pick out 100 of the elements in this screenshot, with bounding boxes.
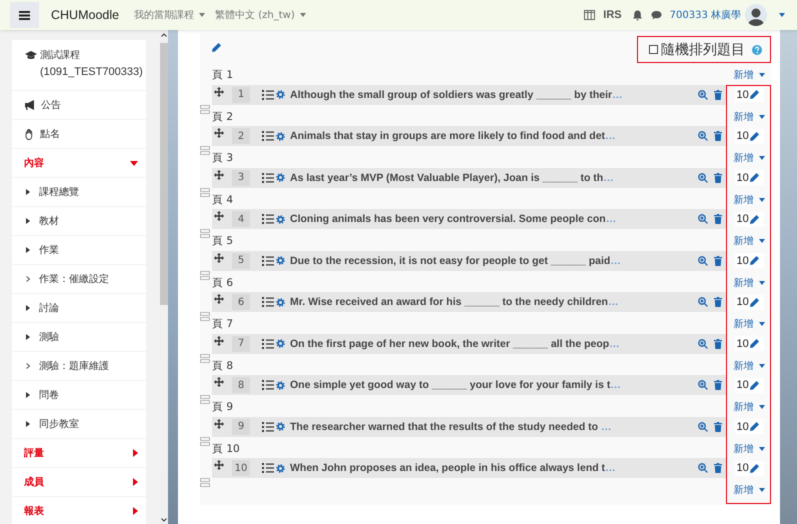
sidebar-section[interactable]: 報表 bbox=[12, 497, 146, 524]
list-icon[interactable] bbox=[262, 463, 274, 473]
add-dropdown[interactable]: 新增 bbox=[734, 276, 764, 290]
page-break-icon[interactable] bbox=[200, 270, 210, 280]
sidebar-item[interactable]: 作業：催繳設定 bbox=[12, 265, 146, 293]
columns-icon[interactable] bbox=[584, 10, 596, 20]
mark-field[interactable]: 10 bbox=[734, 253, 764, 268]
zoom-in-icon[interactable] bbox=[698, 90, 708, 100]
gear-icon[interactable] bbox=[276, 339, 285, 348]
move-icon[interactable] bbox=[214, 336, 224, 346]
sidebar-section[interactable]: 內容 bbox=[12, 149, 146, 177]
move-icon[interactable] bbox=[214, 294, 224, 304]
add-dropdown[interactable]: 新增 bbox=[734, 317, 764, 331]
move-icon[interactable] bbox=[214, 418, 224, 428]
add-dropdown[interactable]: 新增 bbox=[734, 483, 764, 497]
site-brand-link[interactable]: CHUMoodle bbox=[51, 8, 120, 22]
page-break-icon[interactable] bbox=[200, 146, 210, 155]
list-icon[interactable] bbox=[262, 422, 274, 432]
add-dropdown[interactable]: 新增 bbox=[734, 400, 764, 414]
page-break-icon[interactable] bbox=[200, 188, 210, 196]
move-icon[interactable] bbox=[214, 377, 224, 387]
scroll-down-icon[interactable] bbox=[161, 518, 167, 522]
question-text-link[interactable]: On the first page of her new book, the writer ______ all the peop… bbox=[290, 338, 620, 350]
page-break-icon[interactable] bbox=[200, 354, 210, 362]
move-icon[interactable] bbox=[214, 252, 224, 262]
list-icon[interactable] bbox=[262, 172, 274, 182]
trash-icon[interactable] bbox=[714, 338, 722, 348]
zoom-in-icon[interactable] bbox=[698, 256, 708, 266]
list-icon[interactable] bbox=[262, 256, 274, 266]
trash-icon[interactable] bbox=[714, 256, 722, 266]
page-break-icon[interactable] bbox=[200, 478, 210, 487]
zoom-in-icon[interactable] bbox=[698, 422, 708, 432]
sidebar-item[interactable]: 作業 bbox=[12, 236, 146, 264]
gear-icon[interactable] bbox=[276, 422, 285, 431]
question-text-link[interactable]: Although the small group of soldiers was greatly ______ by their… bbox=[290, 88, 623, 100]
sidebar-item[interactable]: 測驗：題庫維護 bbox=[12, 352, 146, 380]
move-icon[interactable] bbox=[214, 86, 224, 96]
sidebar-item[interactable]: 課程總覽 bbox=[12, 178, 146, 206]
nav-dropdown[interactable]: 繁體中文 (zh_tw) bbox=[215, 8, 306, 22]
list-icon[interactable] bbox=[262, 297, 274, 307]
trash-icon[interactable] bbox=[714, 131, 722, 141]
zoom-in-icon[interactable] bbox=[698, 380, 708, 390]
trash-icon[interactable] bbox=[714, 422, 722, 432]
add-dropdown[interactable]: 新增 bbox=[734, 358, 764, 372]
gear-icon[interactable] bbox=[276, 173, 285, 182]
bell-icon[interactable] bbox=[632, 10, 643, 20]
mark-field[interactable]: 10 bbox=[734, 170, 764, 185]
gear-icon[interactable] bbox=[276, 380, 285, 390]
course-card[interactable]: 測試課程 (1091_TEST700333) bbox=[12, 40, 146, 90]
nav-dropdown[interactable]: 我的當期課程 bbox=[134, 8, 206, 22]
sidebar-item[interactable]: 點名 bbox=[12, 120, 146, 148]
gear-icon[interactable] bbox=[276, 298, 285, 306]
trash-icon[interactable] bbox=[714, 214, 722, 224]
sidebar-section[interactable]: 成員 bbox=[12, 468, 146, 496]
move-icon[interactable] bbox=[214, 128, 224, 138]
zoom-in-icon[interactable] bbox=[698, 297, 708, 307]
zoom-in-icon[interactable] bbox=[698, 463, 708, 473]
page-break-icon[interactable] bbox=[200, 436, 210, 446]
mark-field[interactable]: 10 bbox=[734, 460, 764, 476]
menu-button[interactable] bbox=[10, 2, 39, 28]
question-text-link[interactable]: As last year’s MVP (Most Valuable Player), Joan is ______ to th… bbox=[290, 172, 614, 184]
zoom-in-icon[interactable] bbox=[698, 172, 708, 182]
checkbox[interactable] bbox=[649, 45, 658, 54]
page-break-icon[interactable] bbox=[200, 312, 210, 321]
mark-field[interactable]: 10 bbox=[734, 212, 764, 226]
question-text-link[interactable]: The researcher warned that the results of the study needed to … bbox=[290, 420, 612, 432]
zoom-in-icon[interactable] bbox=[698, 338, 708, 348]
gear-icon[interactable] bbox=[276, 464, 285, 472]
trash-icon[interactable] bbox=[714, 297, 722, 307]
add-dropdown[interactable]: 新增 bbox=[734, 234, 764, 248]
mark-field[interactable]: 10 bbox=[734, 336, 764, 351]
trash-icon[interactable] bbox=[714, 463, 722, 473]
trash-icon[interactable] bbox=[714, 380, 722, 390]
page-break-icon[interactable] bbox=[200, 229, 210, 238]
gear-icon[interactable] bbox=[276, 214, 285, 224]
add-dropdown[interactable]: 新增 bbox=[734, 192, 764, 206]
gear-icon[interactable] bbox=[276, 132, 285, 140]
sidebar-item[interactable]: 公告 bbox=[12, 91, 146, 119]
sidebar-section[interactable]: 評量 bbox=[12, 439, 146, 467]
caret-icon[interactable] bbox=[779, 13, 785, 17]
add-dropdown[interactable]: 新增 bbox=[734, 68, 764, 82]
question-text-link[interactable]: When John proposes an idea, people in his office always lend t… bbox=[290, 462, 616, 474]
gear-icon[interactable] bbox=[276, 256, 285, 265]
scroll-up-icon[interactable] bbox=[161, 33, 167, 37]
list-icon[interactable] bbox=[262, 131, 274, 141]
zoom-in-icon[interactable] bbox=[698, 214, 708, 224]
question-text-link[interactable]: Due to the recession, it is not easy for people to get ______ paid… bbox=[290, 254, 621, 266]
add-dropdown[interactable]: 新增 bbox=[734, 110, 764, 124]
zoom-in-icon[interactable] bbox=[698, 131, 708, 141]
gear-icon[interactable] bbox=[276, 90, 285, 99]
mark-field[interactable]: 10 bbox=[734, 128, 764, 144]
sidebar-item[interactable]: 教材 bbox=[12, 207, 146, 235]
move-icon[interactable] bbox=[214, 211, 224, 221]
question-text-link[interactable]: Animals that stay in groups are more likely to find food and det… bbox=[290, 130, 616, 142]
avatar-icon[interactable] bbox=[745, 4, 767, 26]
sidebar-item[interactable]: 測驗 bbox=[12, 323, 146, 351]
pencil-icon[interactable] bbox=[212, 43, 221, 52]
mark-field[interactable]: 10 bbox=[734, 419, 764, 434]
chat-icon[interactable] bbox=[650, 10, 662, 20]
irs-link[interactable]: IRS bbox=[603, 9, 622, 21]
